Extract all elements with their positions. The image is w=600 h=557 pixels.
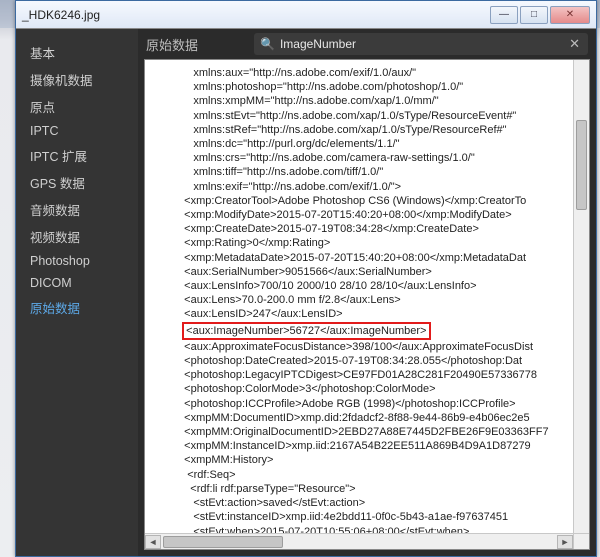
sidebar-item[interactable]: 基本	[16, 39, 138, 66]
xml-line: <xmp:CreateDate>2015-07-19T08:34:28</xmp…	[175, 222, 569, 236]
xml-line: xmlns:photoshop="http://ns.adobe.com/pho…	[175, 80, 569, 94]
titlebar[interactable]: _HDK6246.jpg — □ ✕	[16, 1, 596, 29]
xml-line: <photoshop:ColorMode>3</photoshop:ColorM…	[175, 382, 569, 396]
xml-line: xmlns:dc="http://purl.org/dc/elements/1.…	[175, 137, 569, 151]
xml-line: <aux:Lens>70.0-200.0 mm f/2.8</aux:Lens>	[175, 293, 569, 307]
search-input[interactable]	[280, 37, 567, 51]
sidebar-item[interactable]: 摄像机数据	[16, 66, 138, 93]
xml-line: xmlns:exif="http://ns.adobe.com/exif/1.0…	[175, 180, 569, 194]
sidebar-item[interactable]: GPS 数据	[16, 169, 138, 196]
horizontal-scrollbar[interactable]: ◄ ►	[145, 533, 573, 549]
xml-line: <aux:LensInfo>700/10 2000/10 28/10 28/10…	[175, 279, 569, 293]
vertical-scrollbar[interactable]	[573, 60, 589, 533]
main-panel: 原始数据 🔍 ✕ xmlns:aux="http://ns.adobe.com/…	[138, 29, 596, 556]
xml-line: xmlns:stEvt="http://ns.adobe.com/xap/1.0…	[175, 109, 569, 123]
xml-line: <aux:ImageNumber>56727</aux:ImageNumber>	[175, 322, 569, 340]
xml-line: <rdf:Seq>	[175, 468, 569, 482]
panel-heading: 原始数据	[146, 35, 246, 54]
search-icon: 🔍	[260, 37, 275, 51]
sidebar-item[interactable]: 视频数据	[16, 223, 138, 250]
raw-data-panel: xmlns:aux="http://ns.adobe.com/exif/1.0/…	[144, 59, 590, 550]
xml-line: <photoshop:DateCreated>2015-07-19T08:34:…	[175, 354, 569, 368]
xml-line: <xmp:MetadataDate>2015-07-20T15:40:20+08…	[175, 251, 569, 265]
xml-line: <rdf:li rdf:parseType="Resource">	[175, 482, 569, 496]
xml-line: <aux:SerialNumber>9051566</aux:SerialNum…	[175, 265, 569, 279]
xml-line: xmlns:xmpMM="http://ns.adobe.com/xap/1.0…	[175, 94, 569, 108]
xml-line: <xmp:CreatorTool>Adobe Photoshop CS6 (Wi…	[175, 194, 569, 208]
xml-line: <stEvt:action>saved</stEvt:action>	[175, 496, 569, 510]
clear-search-icon[interactable]: ✕	[567, 36, 582, 52]
window-title: _HDK6246.jpg	[22, 8, 488, 22]
xml-line: <xmpMM:InstanceID>xmp.iid:2167A54B22EE51…	[175, 439, 569, 453]
toolbar: 原始数据 🔍 ✕	[138, 29, 596, 59]
scroll-right-button[interactable]: ►	[557, 535, 573, 549]
xml-line: <xmpMM:OriginalDocumentID>2EBD27A88E7445…	[175, 425, 569, 439]
xml-line: <stEvt:when>2015-07-20T10:55:06+08:00</s…	[175, 525, 569, 534]
vertical-scroll-thumb[interactable]	[576, 120, 587, 210]
maximize-button[interactable]: □	[520, 6, 548, 24]
minimize-button[interactable]: —	[490, 6, 518, 24]
highlighted-match: <aux:ImageNumber>56727</aux:ImageNumber>	[182, 322, 430, 340]
xml-line: <photoshop:LegacyIPTCDigest>CE97FD01A28C…	[175, 368, 569, 382]
xml-line: <stEvt:instanceID>xmp.iid:4e2bdd11-0f0c-…	[175, 510, 569, 524]
metadata-window: _HDK6246.jpg — □ ✕ 基本摄像机数据原点IPTCIPTC 扩展G…	[15, 0, 597, 557]
sidebar: 基本摄像机数据原点IPTCIPTC 扩展GPS 数据音频数据视频数据Photos…	[16, 29, 138, 556]
sidebar-item[interactable]: IPTC	[16, 120, 138, 142]
xml-line: <xmpMM:DocumentID>xmp.did:2fdadcf2-8f88-…	[175, 411, 569, 425]
xml-line: <xmp:Rating>0</xmp:Rating>	[175, 236, 569, 250]
xml-line: xmlns:aux="http://ns.adobe.com/exif/1.0/…	[175, 66, 569, 80]
scroll-left-button[interactable]: ◄	[145, 535, 161, 549]
close-button[interactable]: ✕	[550, 6, 590, 24]
sidebar-item[interactable]: DICOM	[16, 272, 138, 294]
xml-line: <xmp:ModifyDate>2015-07-20T15:40:20+08:0…	[175, 208, 569, 222]
xml-line: <aux:ApproximateFocusDistance>398/100</a…	[175, 340, 569, 354]
xml-line: xmlns:crs="http://ns.adobe.com/camera-ra…	[175, 151, 569, 165]
horizontal-scroll-thumb[interactable]	[163, 536, 283, 548]
xml-line: <photoshop:ICCProfile>Adobe RGB (1998)</…	[175, 397, 569, 411]
sidebar-item[interactable]: 原点	[16, 93, 138, 120]
xml-line: <aux:LensID>247</aux:LensID>	[175, 307, 569, 321]
scroll-corner	[573, 533, 589, 549]
window-body: 基本摄像机数据原点IPTCIPTC 扩展GPS 数据音频数据视频数据Photos…	[16, 29, 596, 556]
sidebar-item[interactable]: Photoshop	[16, 250, 138, 272]
search-field[interactable]: 🔍 ✕	[254, 33, 588, 55]
xml-line: <xmpMM:History>	[175, 453, 569, 467]
sidebar-item[interactable]: 原始数据	[16, 294, 138, 321]
xml-line: xmlns:stRef="http://ns.adobe.com/xap/1.0…	[175, 123, 569, 137]
xml-content[interactable]: xmlns:aux="http://ns.adobe.com/exif/1.0/…	[145, 60, 573, 533]
sidebar-item[interactable]: 音频数据	[16, 196, 138, 223]
sidebar-item[interactable]: IPTC 扩展	[16, 142, 138, 169]
xml-line: xmlns:tiff="http://ns.adobe.com/tiff/1.0…	[175, 165, 569, 179]
